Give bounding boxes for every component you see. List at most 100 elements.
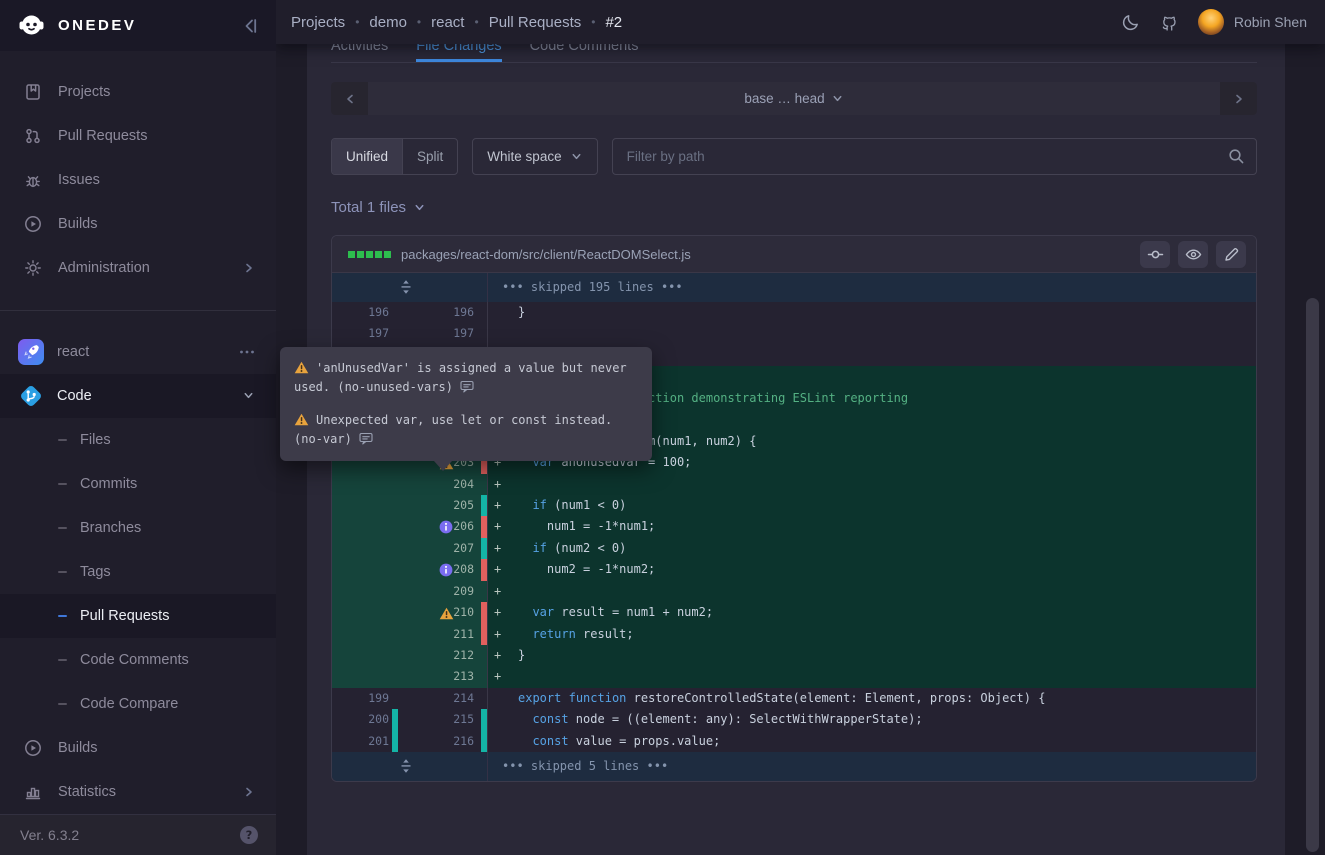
- new-line-gutter: 213: [398, 666, 488, 687]
- expand-lines-icon[interactable]: [398, 757, 414, 775]
- sidebar-item-commits[interactable]: Commits: [0, 462, 276, 506]
- new-line-number[interactable]: 210: [453, 602, 474, 623]
- new-line-number[interactable]: 216: [453, 731, 474, 752]
- eye-icon[interactable]: [1178, 241, 1208, 268]
- new-line-number[interactable]: 204: [453, 474, 474, 495]
- breadcrumb-separator: •: [355, 15, 359, 29]
- onedev-logo-icon: [18, 12, 45, 39]
- sidebar-item-code-comments[interactable]: Code Comments: [0, 638, 276, 682]
- diff-mode-toggle: Unified Split: [331, 138, 458, 175]
- sidebar-item-code[interactable]: Code: [0, 374, 276, 418]
- diff-line: 205+ if (num1 < 0): [332, 495, 1256, 516]
- sidebar-item-files[interactable]: Files: [0, 418, 276, 462]
- old-line-gutter: 200: [332, 709, 398, 730]
- warning-icon: [294, 413, 316, 427]
- user-name[interactable]: Robin Shen: [1234, 14, 1307, 30]
- info-icon[interactable]: [439, 563, 454, 576]
- skipped-lines-label: ••• skipped 195 lines •••: [488, 273, 683, 302]
- new-line-number[interactable]: 197: [453, 323, 474, 344]
- new-line-number[interactable]: 206: [453, 516, 474, 537]
- coverage-bar: [481, 624, 487, 645]
- search-icon[interactable]: [1227, 147, 1245, 165]
- new-line-number[interactable]: 211: [453, 624, 474, 645]
- diff-marker: [488, 688, 510, 709]
- chevron-down-icon: [831, 92, 844, 105]
- dash-icon: [58, 659, 67, 661]
- sidebar-collapse-icon[interactable]: [240, 16, 260, 36]
- edit-pencil-icon[interactable]: [1216, 241, 1246, 268]
- skipped-lines-label: ••• skipped 5 lines •••: [488, 752, 668, 781]
- commit-icon[interactable]: [1140, 241, 1170, 268]
- code-text: const value = props.value;: [510, 731, 1256, 752]
- help-icon[interactable]: ?: [238, 824, 260, 846]
- chevron-right-icon: [242, 261, 256, 275]
- sidebar: ONEDEV ProjectsPull RequestsIssuesBuilds…: [0, 0, 276, 855]
- logo-bar: ONEDEV: [0, 0, 276, 51]
- comment-bubble-icon[interactable]: [359, 432, 373, 446]
- comment-bubble-icon[interactable]: [460, 380, 474, 394]
- sidebar-item-label: Administration: [58, 260, 242, 276]
- github-icon[interactable]: [1160, 13, 1179, 32]
- new-line-number[interactable]: 214: [453, 688, 474, 709]
- new-line-number[interactable]: 208: [453, 559, 474, 580]
- old-line-number[interactable]: 197: [368, 323, 389, 344]
- sidebar-item-label: Code: [57, 388, 242, 404]
- new-line-number[interactable]: 205: [453, 495, 474, 516]
- ellipsis-icon[interactable]: [238, 343, 256, 361]
- sidebar-item-builds[interactable]: Builds: [0, 726, 276, 770]
- breadcrumb-item[interactable]: react: [431, 14, 464, 31]
- old-line-number[interactable]: 200: [368, 709, 389, 730]
- scrollbar-thumb[interactable]: [1306, 298, 1319, 852]
- prev-commit-button[interactable]: [331, 82, 368, 115]
- diff-toolbar: Unified Split White space: [331, 138, 1257, 175]
- added-block-icon: [348, 251, 355, 258]
- total-files-toggle[interactable]: Total 1 files: [331, 197, 1261, 218]
- next-commit-button[interactable]: [1220, 82, 1257, 115]
- whitespace-dropdown[interactable]: White space: [472, 138, 597, 175]
- old-line-number[interactable]: 196: [368, 302, 389, 323]
- sidebar-item-projects[interactable]: Projects: [0, 70, 276, 114]
- old-line-number[interactable]: 199: [368, 688, 389, 709]
- base-head-selector[interactable]: base … head: [368, 82, 1220, 115]
- sidebar-item-statistics[interactable]: Statistics: [0, 770, 276, 814]
- sidebar-item-pull-requests[interactable]: Pull Requests: [0, 594, 276, 638]
- sidebar-project-row[interactable]: react: [0, 330, 276, 374]
- diff-line: 196196}: [332, 302, 1256, 323]
- new-line-gutter: 212: [398, 645, 488, 666]
- dark-mode-moon-icon[interactable]: [1122, 13, 1141, 32]
- file-path[interactable]: packages/react-dom/src/client/ReactDOMSe…: [401, 247, 1132, 262]
- new-line-number[interactable]: 207: [453, 538, 474, 559]
- split-button[interactable]: Split: [402, 139, 457, 174]
- breadcrumb-item[interactable]: #2: [605, 14, 622, 31]
- unified-button[interactable]: Unified: [332, 139, 402, 174]
- breadcrumb-item[interactable]: demo: [369, 14, 407, 31]
- new-line-number[interactable]: 212: [453, 645, 474, 666]
- new-line-number[interactable]: 209: [453, 581, 474, 602]
- warning-icon[interactable]: [439, 606, 454, 619]
- sidebar-item-administration[interactable]: Administration: [0, 246, 276, 290]
- sidebar-item-pull-requests[interactable]: Pull Requests: [0, 114, 276, 158]
- sidebar-item-issues[interactable]: Issues: [0, 158, 276, 202]
- added-block-icon: [384, 251, 391, 258]
- expand-lines-icon[interactable]: [398, 278, 414, 296]
- sidebar-item-builds[interactable]: Builds: [0, 202, 276, 246]
- git-icon: [18, 383, 44, 409]
- new-line-number[interactable]: 215: [453, 709, 474, 730]
- sidebar-divider: [0, 310, 276, 311]
- sidebar-item-branches[interactable]: Branches: [0, 506, 276, 550]
- new-line-gutter: 206: [398, 516, 488, 537]
- coverage-bar: [481, 495, 487, 516]
- old-line-number[interactable]: 201: [368, 731, 389, 752]
- breadcrumb-item[interactable]: Pull Requests: [489, 14, 582, 31]
- gear-icon: [24, 259, 42, 277]
- code-text: num1 = -1*num1;: [510, 516, 1256, 537]
- avatar[interactable]: [1198, 9, 1224, 35]
- sidebar-item-tags[interactable]: Tags: [0, 550, 276, 594]
- new-line-number[interactable]: 213: [453, 666, 474, 687]
- sidebar-item-code-compare[interactable]: Code Compare: [0, 682, 276, 726]
- filter-by-path-input[interactable]: [612, 138, 1257, 175]
- breadcrumb-item[interactable]: Projects: [291, 14, 345, 31]
- info-icon[interactable]: [439, 520, 454, 533]
- new-line-gutter: 216: [398, 731, 488, 752]
- new-line-number[interactable]: 196: [453, 302, 474, 323]
